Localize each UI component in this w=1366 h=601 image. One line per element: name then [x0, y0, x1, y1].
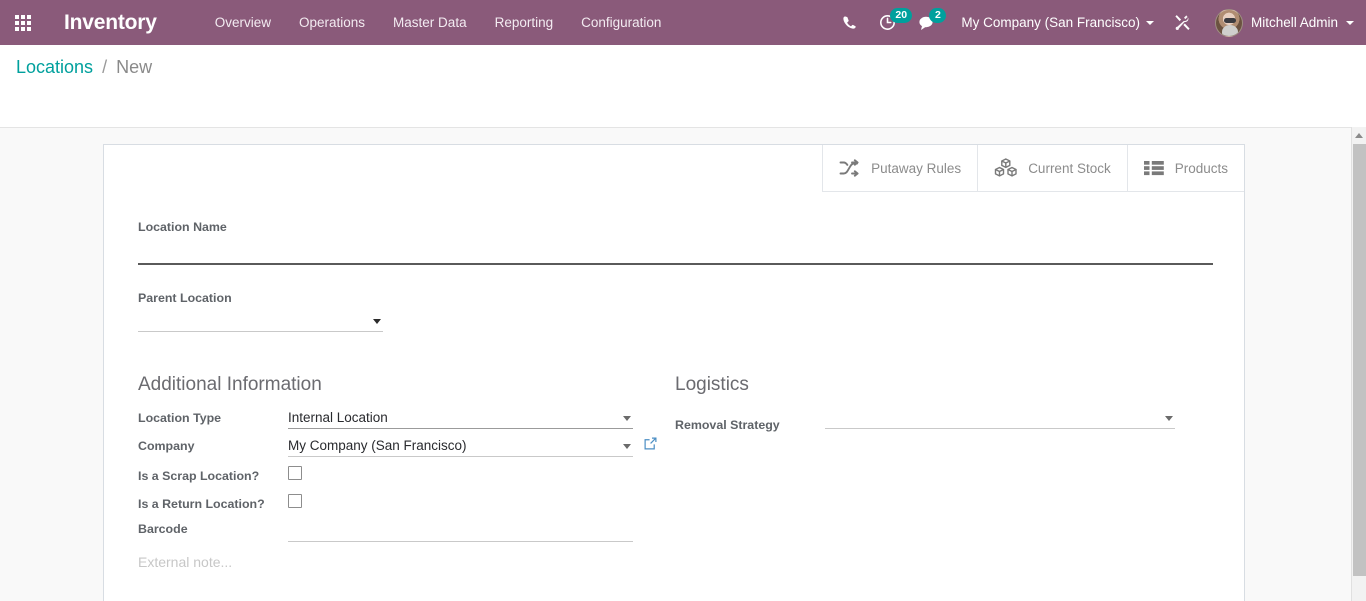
breadcrumb-separator: / [102, 57, 108, 77]
control-panel: Locations / New SAVE DISCARD [0, 45, 1366, 165]
field-location-name: Location Name [138, 220, 1213, 265]
menu-item-overview[interactable]: Overview [201, 0, 285, 45]
vertical-scrollbar-thumb[interactable] [1353, 144, 1366, 576]
parent-location-input-wrapper[interactable] [138, 308, 383, 332]
form-view-content: Putaway Rules Current Stock Products Loc… [0, 127, 1366, 601]
removal-strategy-select-wrapper[interactable] [825, 406, 1175, 429]
breadcrumb-current-record: New [116, 57, 153, 77]
vertical-scrollbar[interactable] [1351, 127, 1366, 601]
field-removal-strategy: Removal Strategy [675, 406, 1175, 433]
field-label-location-name: Location Name [138, 220, 227, 234]
barcode-value-wrapper [288, 518, 633, 542]
scroll-up-arrow-icon[interactable] [1352, 128, 1366, 142]
location-type-select-value[interactable]: Internal Location [288, 406, 633, 427]
user-menu[interactable]: Mitchell Admin [1205, 8, 1354, 37]
company-external-link-button[interactable] [644, 437, 657, 450]
menu-item-reporting[interactable]: Reporting [481, 0, 568, 45]
stat-button-box: Putaway Rules Current Stock Products [822, 145, 1244, 192]
field-barcode: Barcode [138, 518, 633, 545]
location-type-select-wrapper[interactable]: Internal Location [288, 406, 633, 429]
field-label-barcode: Barcode [138, 522, 188, 536]
field-parent-location: Parent Location [138, 291, 383, 332]
field-label-location-type: Location Type [138, 411, 222, 425]
shuffle-icon [839, 159, 859, 177]
field-label-is-scrap-location: Is a Scrap Location? [138, 469, 260, 483]
company-switcher-label: My Company (San Francisco) [961, 15, 1140, 30]
tools-icon [1175, 15, 1190, 30]
parent-location-input[interactable] [138, 308, 383, 330]
barcode-input[interactable] [288, 518, 633, 540]
group-logistics: Logistics Removal Strategy [675, 374, 1175, 434]
breadcrumb-item-locations[interactable]: Locations [16, 57, 93, 77]
field-company: Company My Company (San Francisco) [138, 434, 657, 461]
phone-button[interactable] [831, 0, 868, 45]
field-label-parent-location: Parent Location [138, 291, 232, 305]
menu-item-operations[interactable]: Operations [285, 0, 379, 45]
user-menu-label: Mitchell Admin [1250, 15, 1338, 30]
field-location-type: Location Type Internal Location [138, 406, 633, 433]
user-avatar [1214, 8, 1243, 37]
breadcrumb: Locations / New [16, 56, 152, 78]
company-select-value[interactable]: My Company (San Francisco) [288, 434, 633, 455]
stat-button-putaway-rules[interactable]: Putaway Rules [822, 145, 978, 192]
form-sheet-body: Location Name Parent Location Additional [104, 192, 1244, 601]
messaging-menu-button[interactable]: 2 [907, 0, 947, 45]
app-brand-inventory[interactable]: Inventory [64, 0, 157, 45]
is-return-location-checkbox[interactable] [288, 494, 302, 508]
menu-item-configuration[interactable]: Configuration [567, 0, 675, 45]
stat-button-label: Putaway Rules [871, 160, 962, 176]
stat-button-current-stock[interactable]: Current Stock [977, 145, 1127, 192]
location-type-value-wrapper: Internal Location [288, 406, 633, 429]
phone-icon [843, 16, 857, 29]
external-note-input[interactable]: External note... [138, 554, 1213, 601]
removal-strategy-value-wrapper [825, 406, 1175, 429]
menu-item-master-data[interactable]: Master Data [379, 0, 481, 45]
stat-button-label: Current Stock [1028, 160, 1111, 176]
debug-tools-button[interactable] [1160, 14, 1205, 31]
field-label-is-return-location: Is a Return Location? [138, 497, 265, 511]
stat-button-label: Products [1174, 160, 1228, 176]
navbar-right-section: 20 2 My Company (San Francisco) Mitchell… [831, 0, 1366, 45]
is-scrap-location-checkbox[interactable] [288, 466, 302, 480]
company-value-wrapper: My Company (San Francisco) [288, 434, 657, 457]
company-select-wrapper[interactable]: My Company (San Francisco) [288, 434, 657, 457]
company-switcher[interactable]: My Company (San Francisco) [947, 0, 1160, 45]
group-title-additional-information: Additional Information [138, 374, 322, 395]
field-label-removal-strategy: Removal Strategy [675, 418, 780, 432]
barcode-input-wrapper[interactable] [288, 518, 633, 542]
form-sheet-background: Putaway Rules Current Stock Products Loc… [0, 128, 1352, 601]
messages-count-badge: 2 [929, 8, 947, 23]
field-is-return-location: Is a Return Location? [138, 490, 633, 517]
field-label-company: Company [138, 439, 195, 453]
field-is-scrap-location: Is a Scrap Location? [138, 462, 633, 489]
main-menu: Overview Operations Master Data Reportin… [201, 0, 676, 45]
apps-menu-toggle[interactable] [0, 0, 46, 45]
group-additional-information: Additional Information Location Type Int… [138, 374, 657, 546]
chevron-down-icon [1145, 20, 1154, 25]
is-scrap-location-value-wrapper [288, 462, 633, 485]
is-return-location-value-wrapper [288, 490, 633, 513]
top-navbar: Inventory Overview Operations Master Dat… [0, 0, 1366, 45]
stat-button-products[interactable]: Products [1126, 145, 1244, 192]
cubes-icon [994, 158, 1017, 177]
location-name-input[interactable] [138, 237, 1213, 263]
activity-menu-button[interactable]: 20 [868, 0, 913, 45]
list-icon [1143, 161, 1164, 176]
apps-grid-icon [15, 14, 31, 31]
removal-strategy-select-value[interactable] [825, 406, 1175, 427]
chevron-down-icon [1346, 20, 1354, 25]
external-note-area: External note... [138, 554, 1213, 601]
group-title-logistics: Logistics [675, 374, 749, 395]
external-link-icon [644, 437, 657, 450]
location-form-sheet: Putaway Rules Current Stock Products Loc… [103, 144, 1245, 601]
location-name-input-wrapper[interactable] [138, 237, 1213, 265]
